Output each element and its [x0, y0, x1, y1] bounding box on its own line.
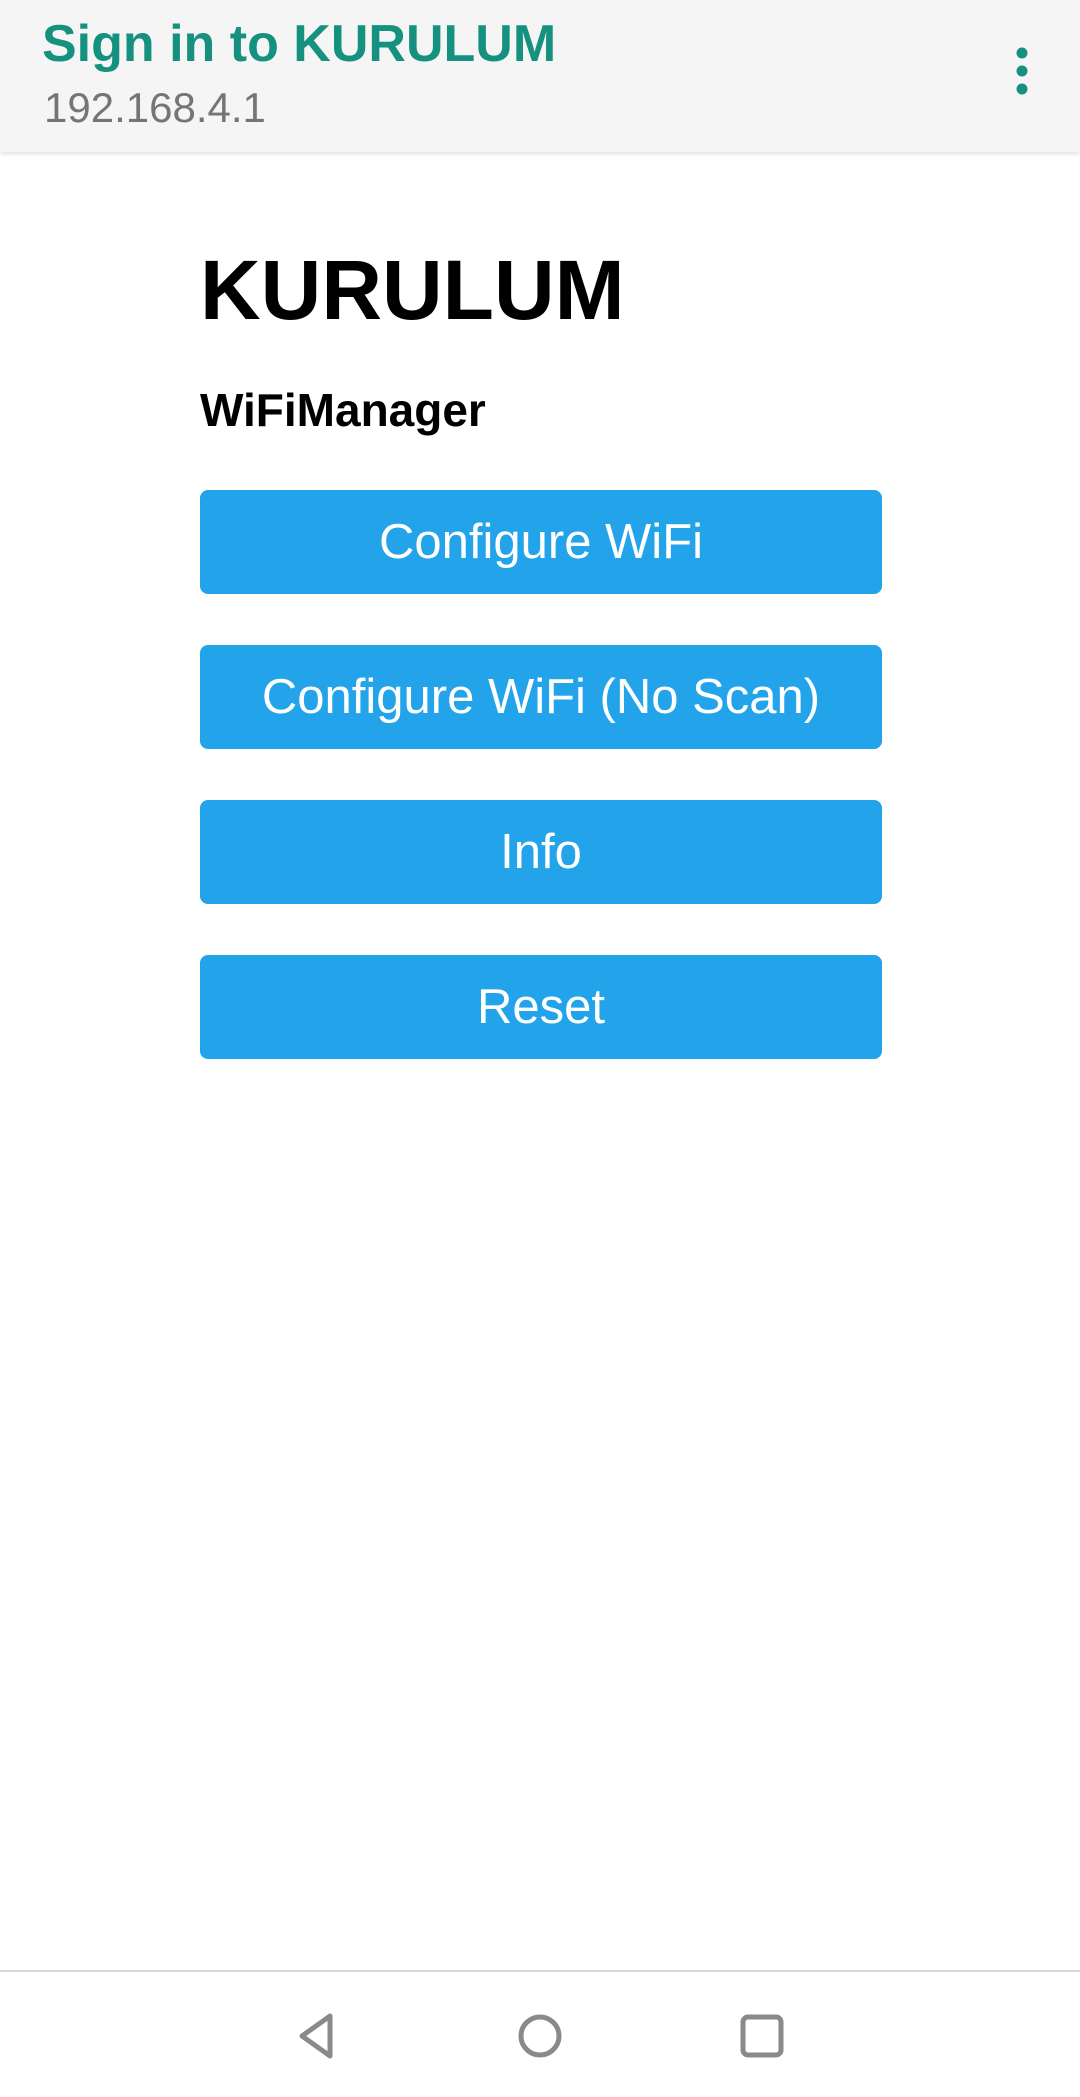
nav-back-button[interactable] [290, 2008, 346, 2064]
system-navigation-bar [0, 1970, 1080, 2097]
configure-wifi-button[interactable]: Configure WiFi [200, 490, 882, 594]
page-title: Sign in to KURULUM [42, 15, 557, 73]
configure-wifi-no-scan-button[interactable]: Configure WiFi (No Scan) [200, 645, 882, 749]
portal-content: KURULUM WiFiManager Configure WiFi Confi… [200, 240, 882, 1059]
back-triangle-icon [299, 2013, 333, 2059]
reset-button[interactable]: Reset [200, 955, 882, 1059]
info-button[interactable]: Info [200, 800, 882, 904]
more-vert-icon [1016, 47, 1028, 95]
action-button-list: Configure WiFi Configure WiFi (No Scan) … [200, 490, 882, 1059]
page-url: 192.168.4.1 [44, 84, 266, 131]
recents-square-icon [740, 2014, 784, 2058]
app-top-bar: Sign in to KURULUM 192.168.4.1 [0, 0, 1080, 152]
device-heading: KURULUM [200, 243, 625, 337]
overflow-menu-button[interactable] [998, 44, 1046, 100]
nav-home-button[interactable] [512, 2008, 568, 2064]
manager-subheading: WiFiManager [200, 384, 486, 436]
nav-recents-button[interactable] [734, 2008, 790, 2064]
home-circle-icon [518, 2014, 562, 2058]
